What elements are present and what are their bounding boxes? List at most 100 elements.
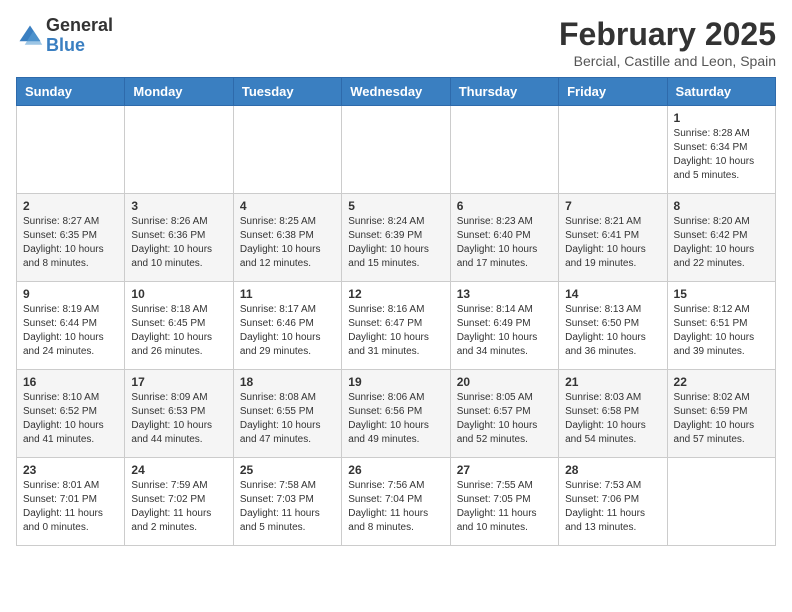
page-header: General Blue February 2025 Bercial, Cast… bbox=[16, 16, 776, 69]
logo-blue: Blue bbox=[46, 36, 113, 56]
calendar-cell: 19 Sunrise: 8:06 AM Sunset: 6:56 PM Dayli… bbox=[342, 370, 450, 458]
day-info: Sunrise: 7:58 AM Sunset: 7:03 PM Dayligh… bbox=[240, 479, 335, 535]
day-info: Sunrise: 7:59 AM Sunset: 7:02 PM Dayligh… bbox=[131, 479, 226, 535]
day-info: Sunrise: 8:28 AM Sunset: 6:34 PM Dayligh… bbox=[674, 127, 769, 183]
calendar-cell: 25 Sunrise: 7:58 AM Sunset: 7:03 PM Dayli… bbox=[233, 458, 341, 546]
calendar-cell bbox=[233, 106, 341, 194]
calendar-cell: 14 Sunrise: 8:13 AM Sunset: 6:50 PM Dayli… bbox=[559, 282, 667, 370]
day-number: 4 bbox=[240, 199, 335, 213]
day-info: Sunrise: 8:23 AM Sunset: 6:40 PM Dayligh… bbox=[457, 215, 552, 271]
day-info: Sunrise: 8:05 AM Sunset: 6:57 PM Dayligh… bbox=[457, 391, 552, 447]
logo-general: General bbox=[46, 16, 113, 36]
day-info: Sunrise: 8:01 AM Sunset: 7:01 PM Dayligh… bbox=[23, 479, 118, 535]
day-number: 14 bbox=[565, 287, 660, 301]
day-info: Sunrise: 8:20 AM Sunset: 6:42 PM Dayligh… bbox=[674, 215, 769, 271]
day-info: Sunrise: 8:03 AM Sunset: 6:58 PM Dayligh… bbox=[565, 391, 660, 447]
day-number: 25 bbox=[240, 463, 335, 477]
calendar-cell: 22Sunrise: 8:02 AM Sunset: 6:59 PM Dayli… bbox=[667, 370, 775, 458]
calendar-cell: 16Sunrise: 8:10 AM Sunset: 6:52 PM Dayli… bbox=[17, 370, 125, 458]
calendar-header: SundayMondayTuesdayWednesdayThursdayFrid… bbox=[17, 78, 776, 106]
calendar-cell: 4 Sunrise: 8:25 AM Sunset: 6:38 PM Daylig… bbox=[233, 194, 341, 282]
calendar-cell: 13 Sunrise: 8:14 AM Sunset: 6:49 PM Dayli… bbox=[450, 282, 558, 370]
day-number: 9 bbox=[23, 287, 118, 301]
day-info: Sunrise: 8:12 AM Sunset: 6:51 PM Dayligh… bbox=[674, 303, 769, 359]
calendar-cell: 10 Sunrise: 8:18 AM Sunset: 6:45 PM Dayli… bbox=[125, 282, 233, 370]
day-info: Sunrise: 8:21 AM Sunset: 6:41 PM Dayligh… bbox=[565, 215, 660, 271]
weekday-header: Tuesday bbox=[233, 78, 341, 106]
weekday-row: SundayMondayTuesdayWednesdayThursdayFrid… bbox=[17, 78, 776, 106]
day-number: 17 bbox=[131, 375, 226, 389]
weekday-header: Sunday bbox=[17, 78, 125, 106]
calendar-cell: 2 Sunrise: 8:27 AM Sunset: 6:35 PM Daylig… bbox=[17, 194, 125, 282]
calendar-cell bbox=[667, 458, 775, 546]
day-number: 7 bbox=[565, 199, 660, 213]
day-info: Sunrise: 8:18 AM Sunset: 6:45 PM Dayligh… bbox=[131, 303, 226, 359]
calendar-cell: 1 Sunrise: 8:28 AM Sunset: 6:34 PM Daylig… bbox=[667, 106, 775, 194]
day-info: Sunrise: 8:24 AM Sunset: 6:39 PM Dayligh… bbox=[348, 215, 443, 271]
calendar-cell: 28 Sunrise: 7:53 AM Sunset: 7:06 PM Dayli… bbox=[559, 458, 667, 546]
weekday-header: Friday bbox=[559, 78, 667, 106]
day-number: 6 bbox=[457, 199, 552, 213]
day-number: 27 bbox=[457, 463, 552, 477]
day-number: 1 bbox=[674, 111, 769, 125]
calendar-cell: 23 Sunrise: 8:01 AM Sunset: 7:01 PM Dayli… bbox=[17, 458, 125, 546]
day-info: Sunrise: 8:14 AM Sunset: 6:49 PM Dayligh… bbox=[457, 303, 552, 359]
calendar-cell: 27Sunrise: 7:55 AM Sunset: 7:05 PM Dayli… bbox=[450, 458, 558, 546]
day-info: Sunrise: 8:26 AM Sunset: 6:36 PM Dayligh… bbox=[131, 215, 226, 271]
calendar-week: 23 Sunrise: 8:01 AM Sunset: 7:01 PM Dayli… bbox=[17, 458, 776, 546]
day-info: Sunrise: 7:53 AM Sunset: 7:06 PM Dayligh… bbox=[565, 479, 660, 535]
day-number: 18 bbox=[240, 375, 335, 389]
day-number: 26 bbox=[348, 463, 443, 477]
day-info: Sunrise: 8:09 AM Sunset: 6:53 PM Dayligh… bbox=[131, 391, 226, 447]
calendar-cell: 7 Sunrise: 8:21 AM Sunset: 6:41 PM Daylig… bbox=[559, 194, 667, 282]
title-block: February 2025 Bercial, Castille and Leon… bbox=[559, 16, 776, 69]
calendar-body: 1 Sunrise: 8:28 AM Sunset: 6:34 PM Daylig… bbox=[17, 106, 776, 546]
calendar-cell bbox=[342, 106, 450, 194]
calendar-week: 2 Sunrise: 8:27 AM Sunset: 6:35 PM Daylig… bbox=[17, 194, 776, 282]
day-number: 15 bbox=[674, 287, 769, 301]
day-number: 28 bbox=[565, 463, 660, 477]
calendar-cell: 3Sunrise: 8:26 AM Sunset: 6:36 PM Daylig… bbox=[125, 194, 233, 282]
day-number: 21 bbox=[565, 375, 660, 389]
day-number: 13 bbox=[457, 287, 552, 301]
logo: General Blue bbox=[16, 16, 113, 56]
day-info: Sunrise: 8:16 AM Sunset: 6:47 PM Dayligh… bbox=[348, 303, 443, 359]
day-number: 23 bbox=[23, 463, 118, 477]
calendar-cell: 8 Sunrise: 8:20 AM Sunset: 6:42 PM Daylig… bbox=[667, 194, 775, 282]
day-number: 10 bbox=[131, 287, 226, 301]
day-number: 22 bbox=[674, 375, 769, 389]
calendar-cell: 12Sunrise: 8:16 AM Sunset: 6:47 PM Dayli… bbox=[342, 282, 450, 370]
day-number: 5 bbox=[348, 199, 443, 213]
weekday-header: Saturday bbox=[667, 78, 775, 106]
day-info: Sunrise: 7:56 AM Sunset: 7:04 PM Dayligh… bbox=[348, 479, 443, 535]
weekday-header: Thursday bbox=[450, 78, 558, 106]
calendar-cell bbox=[559, 106, 667, 194]
day-number: 2 bbox=[23, 199, 118, 213]
day-number: 19 bbox=[348, 375, 443, 389]
calendar-cell: 15 Sunrise: 8:12 AM Sunset: 6:51 PM Dayli… bbox=[667, 282, 775, 370]
calendar: SundayMondayTuesdayWednesdayThursdayFrid… bbox=[16, 77, 776, 546]
day-number: 11 bbox=[240, 287, 335, 301]
calendar-cell: 9Sunrise: 8:19 AM Sunset: 6:44 PM Daylig… bbox=[17, 282, 125, 370]
calendar-cell: 5 Sunrise: 8:24 AM Sunset: 6:39 PM Daylig… bbox=[342, 194, 450, 282]
day-info: Sunrise: 8:08 AM Sunset: 6:55 PM Dayligh… bbox=[240, 391, 335, 447]
day-number: 8 bbox=[674, 199, 769, 213]
day-number: 20 bbox=[457, 375, 552, 389]
calendar-cell: 21 Sunrise: 8:03 AM Sunset: 6:58 PM Dayli… bbox=[559, 370, 667, 458]
day-info: Sunrise: 8:27 AM Sunset: 6:35 PM Dayligh… bbox=[23, 215, 118, 271]
calendar-week: 1 Sunrise: 8:28 AM Sunset: 6:34 PM Daylig… bbox=[17, 106, 776, 194]
day-info: Sunrise: 8:13 AM Sunset: 6:50 PM Dayligh… bbox=[565, 303, 660, 359]
month-title: February 2025 bbox=[559, 16, 776, 53]
weekday-header: Wednesday bbox=[342, 78, 450, 106]
day-info: Sunrise: 8:10 AM Sunset: 6:52 PM Dayligh… bbox=[23, 391, 118, 447]
calendar-cell bbox=[17, 106, 125, 194]
calendar-cell: 18 Sunrise: 8:08 AM Sunset: 6:55 PM Dayli… bbox=[233, 370, 341, 458]
calendar-cell: 24Sunrise: 7:59 AM Sunset: 7:02 PM Dayli… bbox=[125, 458, 233, 546]
weekday-header: Monday bbox=[125, 78, 233, 106]
day-info: Sunrise: 8:17 AM Sunset: 6:46 PM Dayligh… bbox=[240, 303, 335, 359]
calendar-cell: 20 Sunrise: 8:05 AM Sunset: 6:57 PM Dayli… bbox=[450, 370, 558, 458]
calendar-week: 16Sunrise: 8:10 AM Sunset: 6:52 PM Dayli… bbox=[17, 370, 776, 458]
day-info: Sunrise: 8:06 AM Sunset: 6:56 PM Dayligh… bbox=[348, 391, 443, 447]
calendar-week: 9Sunrise: 8:19 AM Sunset: 6:44 PM Daylig… bbox=[17, 282, 776, 370]
day-info: Sunrise: 8:25 AM Sunset: 6:38 PM Dayligh… bbox=[240, 215, 335, 271]
